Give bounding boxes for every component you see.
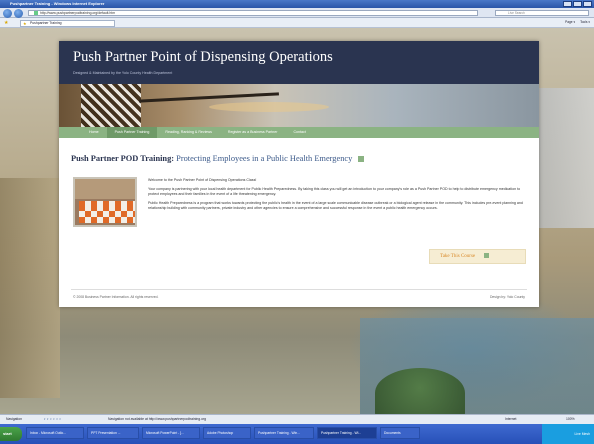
nav-home[interactable]: Home — [81, 127, 107, 138]
close-button[interactable] — [583, 1, 592, 7]
status-message: Navigation not available at http://www.p… — [108, 417, 207, 421]
nav-contact[interactable]: Contact — [285, 127, 313, 138]
arrow-square-icon — [484, 253, 490, 259]
tab-favicon-icon: ★ — [23, 21, 27, 26]
address-bar: http://www.pushpartnerpodtraining.org/de… — [0, 8, 594, 18]
task-pushpartner-1[interactable]: Pushpartner Training - Win... — [254, 427, 314, 439]
task-documents[interactable]: Documents — [380, 427, 420, 439]
take-course-label: Take This Course — [440, 254, 476, 259]
zoom-level[interactable]: 100% — [566, 415, 575, 424]
headline-rest: Protecting Employees in a Public Health … — [176, 154, 353, 163]
photo-wall — [75, 179, 135, 199]
header-banner-image — [59, 84, 539, 127]
nav-reading[interactable]: Reading, Ranking & Reviews — [157, 127, 220, 138]
headline-square-icon — [358, 156, 365, 163]
banner-glow-graphic — [209, 102, 329, 112]
start-button[interactable]: start — [0, 427, 22, 441]
footer-divider — [71, 289, 527, 290]
site-subtitle: Designed & Maintained by the Yolo County… — [73, 71, 173, 75]
tab-label: Pushpartner Training — [30, 21, 62, 25]
nav-register[interactable]: Register as a Business Partner — [220, 127, 286, 138]
intro-copy: Welcome to the Push Partner Point of Dis… — [148, 178, 526, 215]
banner-roof-graphic — [81, 84, 141, 127]
tab-pushpartner[interactable]: ★ Pushpartner Training — [20, 20, 115, 27]
search-input[interactable]: Live Search — [495, 10, 589, 16]
window-title: Pushpartner Training - Windows Internet … — [10, 1, 105, 6]
nav-push-partner-training[interactable]: Push Partner Training — [106, 127, 158, 138]
task-pushpartner-2[interactable]: Pushpartner Training - Wi... — [317, 427, 377, 439]
background-skyline — [534, 88, 594, 228]
maximize-button[interactable] — [573, 1, 582, 7]
minimize-button[interactable] — [563, 1, 572, 7]
url-text: http://www.pushpartnerpodtraining.org/de… — [40, 11, 116, 15]
task-powerpoint[interactable]: Microsoft PowerPoint - [... — [142, 427, 200, 439]
task-outlook[interactable]: Inbox - Microsoft Outlo... — [26, 427, 84, 439]
window-controls — [563, 1, 592, 7]
site-container: Push Partner Point of Dispensing Operati… — [59, 41, 539, 307]
headline-bold: Push Partner POD Training: — [71, 154, 175, 163]
tab-bar: ★ ★ Pushpartner Training Page ▾ Tools ▾ — [0, 18, 594, 28]
site-header: Push Partner Point of Dispensing Operati… — [59, 41, 539, 84]
task-ppt-presentation[interactable]: PPT Presentation ... — [87, 427, 139, 439]
intro-paragraph: Your company is partnering with your loc… — [148, 187, 521, 196]
footer-copyright: © 2008 Business Partner Information. All… — [73, 295, 159, 299]
forward-icon[interactable] — [14, 9, 23, 18]
status-toolbar-icons[interactable]: ◐◐◐◐◐◐ — [44, 415, 62, 424]
site-title: Push Partner Point of Dispensing Operati… — [73, 49, 333, 65]
intro-paragraph: Public Health Preparedness is a program … — [148, 201, 523, 210]
task-photoshop[interactable]: Adobe Photoshop — [203, 427, 251, 439]
back-icon[interactable] — [3, 9, 12, 18]
taskbar-tasks: Inbox - Microsoft Outlo... PPT Presentat… — [26, 427, 420, 439]
url-input[interactable]: http://www.pushpartnerpodtraining.org/de… — [28, 10, 478, 16]
background-trees — [375, 368, 465, 414]
take-course-button[interactable]: Take This Course — [429, 249, 526, 264]
page-menu[interactable]: Page ▾ — [565, 20, 575, 24]
status-zone: Internet — [505, 417, 517, 421]
taskbar: start Inbox - Microsoft Outlo... PPT Pre… — [0, 424, 594, 444]
footer-credit[interactable]: Design by: Yolo County — [490, 295, 525, 299]
background-cliff — [0, 178, 60, 398]
status-bar: Navigation ◐◐◐◐◐◐ Navigation not availab… — [0, 414, 594, 424]
status-nav-label[interactable]: Navigation — [6, 415, 22, 424]
tools-menu[interactable]: Tools ▾ — [580, 20, 590, 24]
system-tray[interactable]: Live Mesh — [542, 424, 594, 444]
photo-chairs-row-2 — [79, 211, 135, 217]
command-bar: Page ▾ Tools ▾ — [565, 20, 590, 24]
intro-paragraph: Welcome to the Push Partner Point of Dis… — [148, 178, 257, 182]
window-titlebar: Pushpartner Training - Windows Internet … — [0, 0, 594, 8]
favorites-star-icon[interactable]: ★ — [4, 20, 8, 26]
page-headline: Push Partner POD Training: Protecting Em… — [71, 154, 365, 163]
page-icon — [34, 11, 38, 16]
site-nav: Home Push Partner Training Reading, Rank… — [59, 127, 539, 138]
training-photo — [73, 177, 137, 227]
